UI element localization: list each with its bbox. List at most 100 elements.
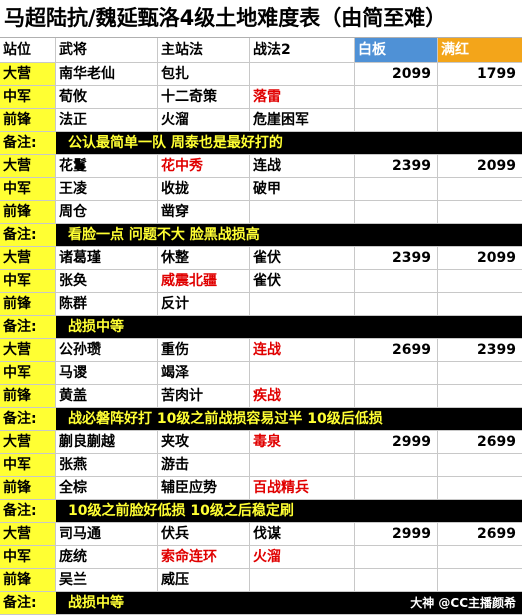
- manhong-cell[interactable]: 2099: [438, 247, 522, 269]
- skill2-cell[interactable]: 火溜: [250, 546, 355, 568]
- general-cell[interactable]: 全棕: [56, 477, 158, 499]
- baiban-cell[interactable]: [355, 293, 438, 315]
- main-skill-cell[interactable]: 苦肉计: [158, 385, 250, 407]
- main-skill-cell[interactable]: 包扎: [158, 63, 250, 85]
- skill2-cell[interactable]: 危崖困军: [250, 109, 355, 131]
- position-cell[interactable]: 大营: [0, 339, 56, 361]
- general-cell[interactable]: 吴兰: [56, 569, 158, 591]
- general-cell[interactable]: 公孙瓒: [56, 339, 158, 361]
- main-skill-cell[interactable]: 收拢: [158, 178, 250, 200]
- main-skill-cell[interactable]: 威震北疆: [158, 270, 250, 292]
- note-text[interactable]: 战损中等: [56, 316, 124, 338]
- skill2-cell[interactable]: 百战精兵: [250, 477, 355, 499]
- manhong-cell[interactable]: 2099: [438, 155, 522, 177]
- position-cell[interactable]: 前锋: [0, 385, 56, 407]
- main-skill-cell[interactable]: 火溜: [158, 109, 250, 131]
- skill2-cell[interactable]: [250, 362, 355, 384]
- position-cell[interactable]: 中军: [0, 270, 56, 292]
- skill2-cell[interactable]: [250, 293, 355, 315]
- manhong-cell[interactable]: [438, 201, 522, 223]
- skill2-cell[interactable]: [250, 454, 355, 476]
- manhong-cell[interactable]: [438, 86, 522, 108]
- general-cell[interactable]: 庞统: [56, 546, 158, 568]
- note-text[interactable]: 看脸一点 问题不大 脸黑战损高: [56, 224, 260, 246]
- skill2-cell[interactable]: 雀伏: [250, 270, 355, 292]
- position-cell[interactable]: 中军: [0, 546, 56, 568]
- baiban-cell[interactable]: 2399: [355, 155, 438, 177]
- main-skill-cell[interactable]: 休整: [158, 247, 250, 269]
- baiban-cell[interactable]: [355, 569, 438, 591]
- manhong-cell[interactable]: [438, 546, 522, 568]
- general-cell[interactable]: 法正: [56, 109, 158, 131]
- general-cell[interactable]: 马谡: [56, 362, 158, 384]
- baiban-cell[interactable]: [355, 454, 438, 476]
- note-text[interactable]: 10级之前脸好低损 10级之后稳定刷: [56, 500, 294, 522]
- main-skill-cell[interactable]: 十二奇策: [158, 86, 250, 108]
- manhong-cell[interactable]: [438, 362, 522, 384]
- note-text[interactable]: 战损中等: [56, 592, 124, 614]
- manhong-cell[interactable]: [438, 109, 522, 131]
- general-cell[interactable]: 南华老仙: [56, 63, 158, 85]
- main-skill-cell[interactable]: 伏兵: [158, 523, 250, 545]
- main-skill-cell[interactable]: 夹攻: [158, 431, 250, 453]
- main-skill-cell[interactable]: 花中秀: [158, 155, 250, 177]
- manhong-cell[interactable]: [438, 477, 522, 499]
- baiban-cell[interactable]: [355, 362, 438, 384]
- general-cell[interactable]: 张燕: [56, 454, 158, 476]
- skill2-cell[interactable]: 连战: [250, 155, 355, 177]
- baiban-cell[interactable]: [355, 109, 438, 131]
- manhong-cell[interactable]: [438, 270, 522, 292]
- position-cell[interactable]: 中军: [0, 362, 56, 384]
- main-skill-cell[interactable]: 辅臣应势: [158, 477, 250, 499]
- baiban-cell[interactable]: [355, 546, 438, 568]
- general-cell[interactable]: 周仓: [56, 201, 158, 223]
- skill2-cell[interactable]: 雀伏: [250, 247, 355, 269]
- position-cell[interactable]: 大营: [0, 523, 56, 545]
- main-skill-cell[interactable]: 游击: [158, 454, 250, 476]
- skill2-cell[interactable]: [250, 201, 355, 223]
- general-cell[interactable]: 黄盖: [56, 385, 158, 407]
- baiban-cell[interactable]: [355, 86, 438, 108]
- general-cell[interactable]: 诸葛瑾: [56, 247, 158, 269]
- general-cell[interactable]: 荀攸: [56, 86, 158, 108]
- position-cell[interactable]: 前锋: [0, 293, 56, 315]
- skill2-cell[interactable]: 破甲: [250, 178, 355, 200]
- manhong-cell[interactable]: 1799: [438, 63, 522, 85]
- skill2-cell[interactable]: 连战: [250, 339, 355, 361]
- baiban-cell[interactable]: [355, 270, 438, 292]
- general-cell[interactable]: 司马通: [56, 523, 158, 545]
- manhong-cell[interactable]: [438, 385, 522, 407]
- baiban-cell[interactable]: [355, 385, 438, 407]
- position-cell[interactable]: 大营: [0, 63, 56, 85]
- general-cell[interactable]: 张奂: [56, 270, 158, 292]
- position-cell[interactable]: 大营: [0, 155, 56, 177]
- skill2-cell[interactable]: 毒泉: [250, 431, 355, 453]
- manhong-cell[interactable]: [438, 569, 522, 591]
- main-skill-cell[interactable]: 索命连环: [158, 546, 250, 568]
- skill2-cell[interactable]: [250, 569, 355, 591]
- baiban-cell[interactable]: 2699: [355, 339, 438, 361]
- manhong-cell[interactable]: [438, 178, 522, 200]
- main-skill-cell[interactable]: 凿穿: [158, 201, 250, 223]
- position-cell[interactable]: 前锋: [0, 109, 56, 131]
- main-skill-cell[interactable]: 威压: [158, 569, 250, 591]
- baiban-cell[interactable]: 2999: [355, 431, 438, 453]
- note-text[interactable]: 公认最简单一队 周泰也是最好打的: [56, 132, 283, 154]
- manhong-cell[interactable]: 2399: [438, 339, 522, 361]
- position-cell[interactable]: 前锋: [0, 201, 56, 223]
- position-cell[interactable]: 大营: [0, 431, 56, 453]
- position-cell[interactable]: 前锋: [0, 569, 56, 591]
- manhong-cell[interactable]: [438, 454, 522, 476]
- position-cell[interactable]: 中军: [0, 86, 56, 108]
- baiban-cell[interactable]: 2399: [355, 247, 438, 269]
- main-skill-cell[interactable]: 反计: [158, 293, 250, 315]
- position-cell[interactable]: 中军: [0, 454, 56, 476]
- baiban-cell[interactable]: [355, 477, 438, 499]
- skill2-cell[interactable]: 落雷: [250, 86, 355, 108]
- baiban-cell[interactable]: [355, 178, 438, 200]
- baiban-cell[interactable]: 2099: [355, 63, 438, 85]
- skill2-cell[interactable]: 伐谋: [250, 523, 355, 545]
- general-cell[interactable]: 蒯良蒯越: [56, 431, 158, 453]
- main-skill-cell[interactable]: 重伤: [158, 339, 250, 361]
- position-cell[interactable]: 中军: [0, 178, 56, 200]
